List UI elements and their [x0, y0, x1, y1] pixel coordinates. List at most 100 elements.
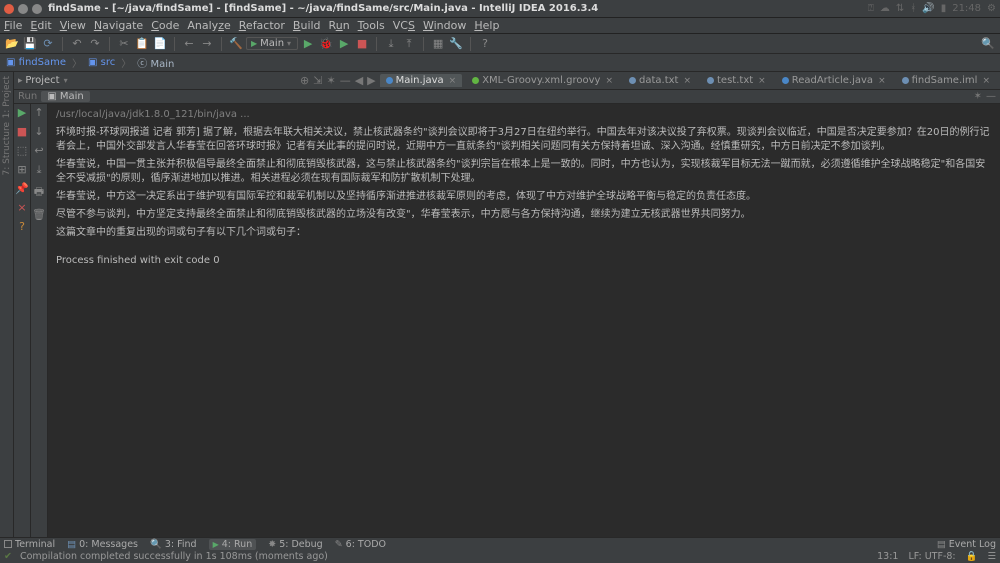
menu-tools[interactable]: Tools [358, 19, 385, 32]
vcs-commit-icon[interactable]: ⤒ [401, 36, 417, 52]
project-tool-button[interactable]: 1: Project [2, 76, 12, 118]
project-structure-icon[interactable]: ▦ [430, 36, 446, 52]
console-output[interactable]: /usr/local/java/jdk1.8.0_121/bin/java ..… [48, 104, 1000, 537]
terminal-tool-button[interactable]: Terminal [4, 539, 55, 550]
menu-view[interactable]: View [60, 19, 86, 32]
breadcrumb-project[interactable]: ▣ findSame [6, 57, 66, 68]
editor-tab-xmlgroovy[interactable]: XML-Groovy.xml.groovy× [466, 74, 619, 87]
tab-nav-right[interactable]: ▶ [367, 74, 375, 87]
event-log-button[interactable]: ▤Event Log [937, 539, 996, 550]
debug-icon[interactable]: 🐞 [318, 36, 334, 52]
run-button-icon[interactable]: ▶ [300, 36, 316, 52]
menu-build[interactable]: Build [293, 19, 321, 32]
project-panel-title[interactable]: Project [18, 75, 60, 86]
menu-refactor[interactable]: Refactor [239, 19, 285, 32]
paste-icon[interactable]: 📄 [152, 36, 168, 52]
editor-tab-iml[interactable]: findSame.iml× [896, 74, 996, 87]
down-icon[interactable]: ↓ [34, 125, 43, 138]
window-close-button[interactable] [4, 4, 14, 14]
save-icon[interactable]: 💾 [22, 36, 38, 52]
cut-icon[interactable]: ✂ [116, 36, 132, 52]
refresh-icon[interactable]: ⟳ [40, 36, 56, 52]
menu-analyze[interactable]: Analyze [187, 19, 230, 32]
run-tool-button[interactable]: ▶4: Run [209, 539, 257, 550]
menu-run[interactable]: Run [329, 19, 350, 32]
find-tool-button[interactable]: 🔍3: Find [150, 539, 197, 550]
run-settings-icon[interactable]: ✶ [974, 91, 982, 102]
close-icon[interactable]: × [605, 76, 613, 86]
cursor-position[interactable]: 13:1 [877, 551, 898, 562]
settings-icon[interactable]: 🔧 [448, 36, 464, 52]
todo-tool-button[interactable]: ✎6: TODO [335, 539, 386, 550]
autoscroll-icon[interactable]: ⊕ [300, 74, 309, 87]
help-icon[interactable]: ? [19, 220, 25, 233]
menu-vcs[interactable]: VCS [393, 19, 415, 32]
status-ok-icon[interactable]: ✔ [4, 551, 12, 562]
breadcrumb-folder[interactable]: ▣ src [88, 57, 115, 68]
editor-tab-test[interactable]: test.txt× [701, 74, 772, 87]
battery-icon[interactable]: ▮ [941, 3, 947, 14]
back-icon[interactable]: ← [181, 36, 197, 52]
redo-icon[interactable]: ↷ [87, 36, 103, 52]
debug-tool-button[interactable]: ✸5: Debug [268, 539, 322, 550]
bluetooth-icon[interactable]: ᚼ [910, 3, 916, 14]
tab-nav-left[interactable]: ◀ [355, 74, 363, 87]
rerun-icon[interactable]: ▶ [18, 106, 26, 119]
close-icon[interactable]: × [878, 76, 886, 86]
lock-icon[interactable]: 🔒 [966, 551, 978, 562]
run-hide-icon[interactable]: — [986, 91, 996, 102]
sound-icon[interactable]: 🔊 [922, 3, 934, 14]
pin-icon[interactable]: 📌 [15, 182, 29, 195]
chevron-down-icon[interactable]: ▾ [64, 76, 68, 85]
build-icon[interactable]: 🔨 [228, 36, 244, 52]
stop-icon[interactable]: ■ [354, 36, 370, 52]
print-icon[interactable]: 🖶 [34, 183, 44, 202]
close-icon[interactable]: × [449, 76, 457, 86]
window-maximize-button[interactable] [32, 4, 42, 14]
close-icon[interactable]: × [982, 76, 990, 86]
settings-icon[interactable]: ✶ [326, 74, 335, 87]
menu-help[interactable]: Help [474, 19, 499, 32]
up-icon[interactable]: ↑ [34, 106, 43, 119]
help-icon[interactable]: ? [477, 36, 493, 52]
window-minimize-button[interactable] [18, 4, 28, 14]
wifi-icon[interactable]: ⇅ [896, 3, 904, 14]
clock[interactable]: 21:48 [952, 3, 981, 14]
wrap-icon[interactable]: ↩ [34, 144, 43, 157]
messages-tool-button[interactable]: ▤0: Messages [67, 539, 138, 550]
collapse-icon[interactable]: ⇲ [313, 74, 322, 87]
search-everywhere-icon[interactable]: 🔍 [980, 36, 996, 52]
file-encoding[interactable]: LF: UTF-8: [908, 551, 955, 562]
restore-layout-icon[interactable]: ⊞ [17, 163, 26, 176]
close-icon[interactable]: × [17, 201, 26, 214]
dump-icon[interactable]: ⬚ [17, 144, 27, 157]
editor-tab-readarticle[interactable]: ReadArticle.java× [776, 74, 892, 87]
copy-icon[interactable]: 📋 [134, 36, 150, 52]
close-icon[interactable]: × [758, 76, 766, 86]
hide-icon[interactable]: — [340, 74, 351, 87]
breadcrumb-file[interactable]: ⓒ Main [137, 55, 174, 70]
settings-gear-icon[interactable]: ⚙ [987, 3, 996, 14]
run-tab-main[interactable]: ▣ Main [41, 91, 90, 102]
structure-tool-button[interactable]: 7: Structure [2, 122, 12, 176]
vcs-update-icon[interactable]: ⤓ [383, 36, 399, 52]
menu-window[interactable]: Window [423, 19, 466, 32]
clear-icon[interactable]: 🗑 [32, 208, 46, 221]
scroll-end-icon[interactable]: ⤓ [37, 163, 42, 177]
menu-edit[interactable]: Edit [30, 19, 51, 32]
coverage-icon[interactable]: ▶ [336, 36, 352, 52]
open-icon[interactable]: 📂 [4, 36, 20, 52]
forward-icon[interactable]: → [199, 36, 215, 52]
menu-code[interactable]: Code [151, 19, 179, 32]
stop-icon[interactable]: ■ [17, 125, 27, 138]
editor-tab-data[interactable]: data.txt× [623, 74, 697, 87]
editor-tab-main[interactable]: Main.java× [380, 74, 463, 87]
menu-navigate[interactable]: Navigate [94, 19, 143, 32]
help-icon[interactable]: ⍰ [868, 3, 874, 14]
menu-file[interactable]: File [4, 19, 22, 32]
run-configuration-dropdown[interactable]: ▶ Main ▾ [246, 37, 298, 50]
undo-icon[interactable]: ↶ [69, 36, 85, 52]
hector-icon[interactable]: ☰ [987, 551, 996, 562]
close-icon[interactable]: × [683, 76, 691, 86]
cloud-icon[interactable]: ☁ [880, 3, 890, 14]
